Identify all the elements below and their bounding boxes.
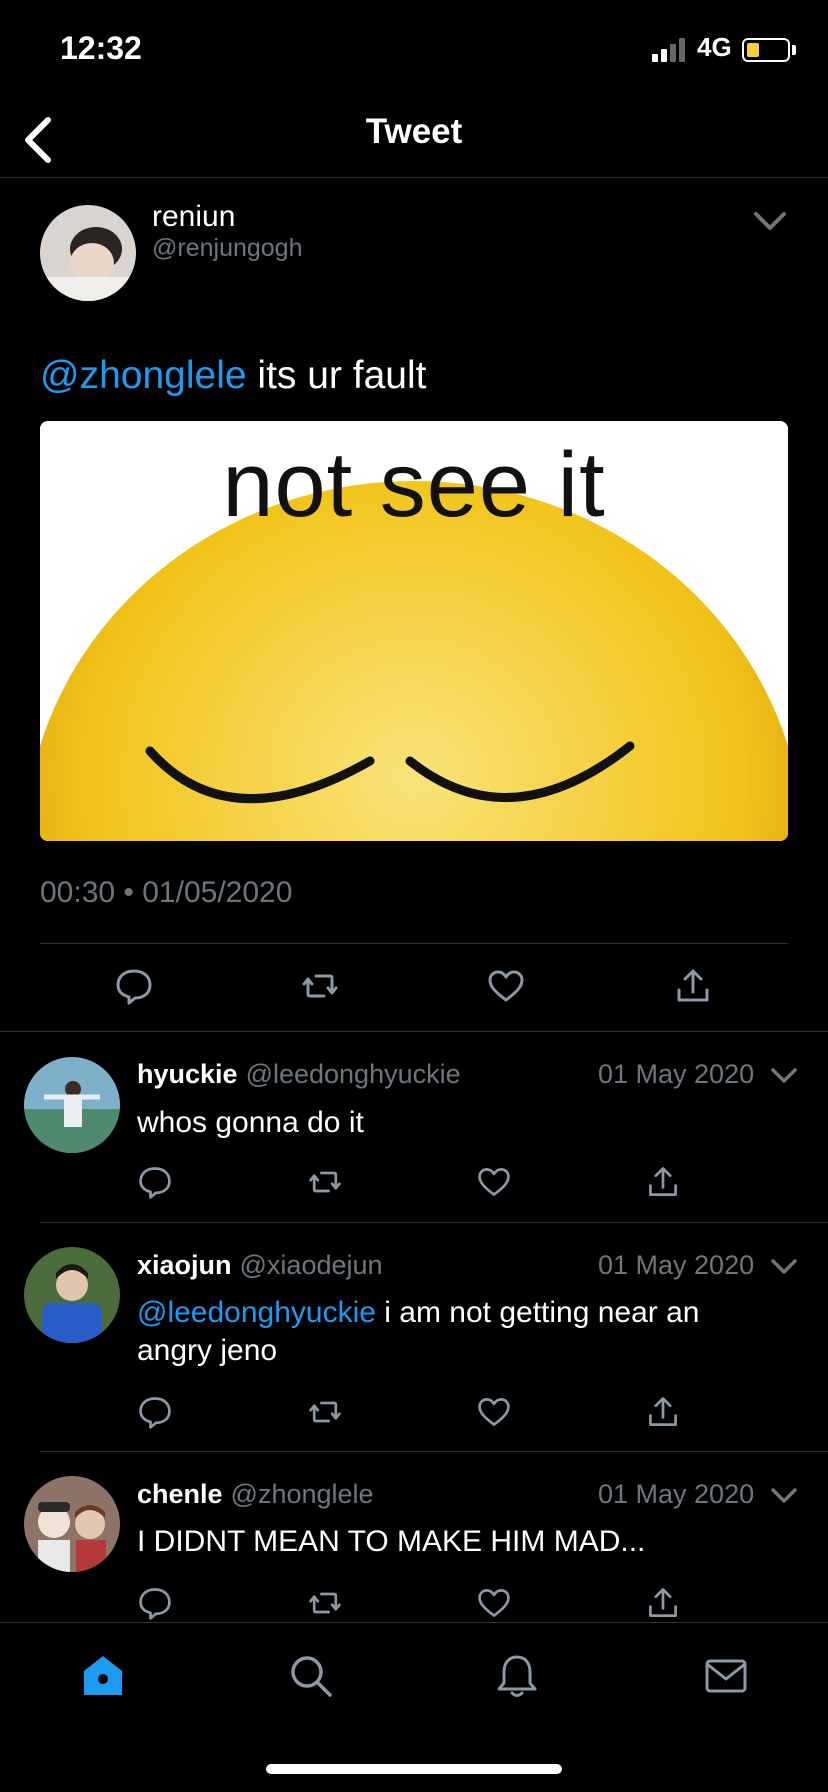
chevron-down-icon[interactable] <box>770 1255 798 1279</box>
reply-date: 01 May 2020 <box>598 1479 755 1509</box>
share-icon[interactable] <box>645 1394 681 1430</box>
retweet-icon[interactable] <box>307 1164 343 1200</box>
reply-author[interactable]: hyuckie @leedonghyuckie <box>137 1059 461 1090</box>
notifications-icon[interactable] <box>494 1653 540 1699</box>
reply-body: I DIDNT MEAN TO MAKE HIM MAD... <box>137 1525 646 1558</box>
retweet-icon[interactable] <box>307 1394 343 1430</box>
reply-text: @leedonghyuckie i am not getting near an… <box>137 1294 777 1370</box>
divider <box>40 943 788 944</box>
search-icon[interactable] <box>288 1653 334 1699</box>
nav-header: Tweet <box>0 100 828 178</box>
status-time: 12:32 <box>60 30 142 66</box>
reply-author[interactable]: chenle @zhonglele <box>137 1479 374 1510</box>
author-name[interactable]: reniun <box>152 200 235 234</box>
reply-mention-link[interactable]: @leedonghyuckie <box>137 1296 376 1329</box>
share-icon[interactable] <box>645 1585 681 1621</box>
retweet-icon[interactable] <box>300 966 340 1006</box>
chevron-down-icon[interactable] <box>770 1484 798 1508</box>
reply-icon[interactable] <box>114 966 154 1006</box>
reply-author-handle[interactable]: @zhonglele <box>231 1479 374 1509</box>
retweet-icon[interactable] <box>307 1585 343 1621</box>
reply-icon[interactable] <box>137 1585 173 1621</box>
reply-date: 01 May 2020 <box>598 1250 755 1280</box>
home-indicator[interactable] <box>266 1764 562 1774</box>
signal-icon <box>652 38 685 62</box>
like-icon[interactable] <box>476 1394 512 1430</box>
like-icon[interactable] <box>486 966 526 1006</box>
reply-author-name[interactable]: chenle <box>137 1479 223 1509</box>
reply-author-handle[interactable]: @xiaodejun <box>240 1250 383 1280</box>
reply-avatar[interactable] <box>24 1247 120 1343</box>
reply-author-name[interactable]: hyuckie <box>137 1059 238 1089</box>
tweet-mention-link[interactable]: @zhonglele <box>40 354 247 397</box>
chevron-down-icon[interactable] <box>770 1064 798 1088</box>
image-caption: not see it <box>222 434 606 536</box>
divider <box>40 1222 828 1223</box>
author-avatar[interactable] <box>40 205 136 301</box>
tweet-image[interactable]: not see it <box>40 421 788 841</box>
like-icon[interactable] <box>476 1164 512 1200</box>
reply-icon[interactable] <box>137 1394 173 1430</box>
reply-author-handle[interactable]: @leedonghyuckie <box>246 1059 461 1089</box>
home-icon[interactable] <box>80 1653 126 1699</box>
reply-author[interactable]: xiaojun @xiaodejun <box>137 1250 383 1281</box>
reply-text: whos gonna do it <box>137 1104 777 1142</box>
messages-icon[interactable] <box>703 1653 749 1699</box>
share-icon[interactable] <box>673 966 713 1006</box>
reply-avatar[interactable] <box>24 1476 120 1572</box>
share-icon[interactable] <box>645 1164 681 1200</box>
reply-text: I DIDNT MEAN TO MAKE HIM MAD... <box>137 1523 777 1561</box>
reply-icon[interactable] <box>137 1164 173 1200</box>
reply-body: whos gonna do it <box>137 1106 364 1139</box>
network-type: 4G <box>697 32 732 62</box>
reply-avatar[interactable] <box>24 1057 120 1153</box>
battery-tip <box>792 45 796 55</box>
reply-author-name[interactable]: xiaojun <box>137 1250 232 1280</box>
reply-date: 01 May 2020 <box>598 1059 755 1089</box>
status-bar: 12:32 4G <box>0 0 828 100</box>
divider <box>0 1031 828 1032</box>
tweet-text: @zhonglele its ur fault <box>40 354 426 398</box>
divider <box>40 1451 828 1452</box>
author-handle[interactable]: @renjungogh <box>152 234 303 263</box>
battery-icon <box>742 38 790 62</box>
like-icon[interactable] <box>476 1585 512 1621</box>
page-title: Tweet <box>365 112 463 151</box>
chevron-down-icon[interactable] <box>752 206 788 236</box>
tweet-timestamp: 00:30 • 01/05/2020 <box>40 876 293 909</box>
tweet-body: its ur fault <box>246 354 427 397</box>
